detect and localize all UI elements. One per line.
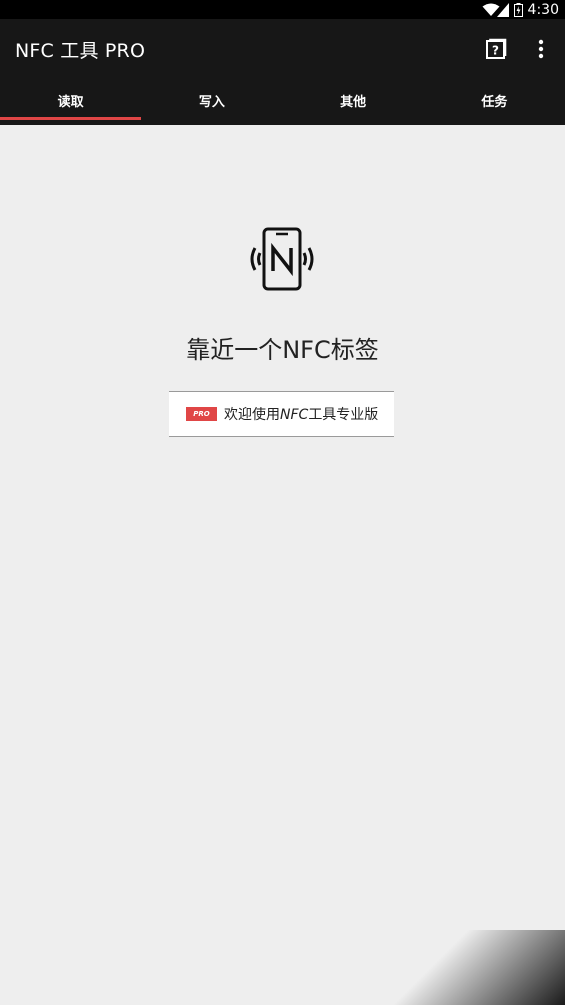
pro-welcome-suffix: 工具专业版 — [308, 407, 379, 423]
tab-other[interactable]: 其他 — [283, 80, 424, 125]
signal-icon — [496, 2, 509, 17]
tab-bar: 读取 写入 其他 任务 — [0, 80, 565, 125]
help-icon: ? — [486, 38, 507, 59]
more-options-button[interactable] — [530, 38, 552, 62]
pro-welcome-banner[interactable]: PRO 欢迎使用NFC工具专业版 — [169, 391, 394, 437]
more-vert-icon — [538, 39, 544, 59]
read-panel: 靠近一个NFC标签 PRO 欢迎使用NFC工具专业版 — [0, 125, 565, 1005]
status-bar: 4:30 — [0, 0, 565, 19]
pro-welcome-nfc: NFC — [280, 407, 309, 423]
app-title: NFC 工具 PRO — [15, 40, 146, 62]
svg-text:?: ? — [492, 44, 499, 58]
tab-tasks[interactable]: 任务 — [424, 80, 565, 125]
status-time: 4:30 — [527, 1, 559, 18]
battery-icon — [513, 2, 523, 17]
pro-welcome-prefix: 欢迎使用 — [224, 407, 280, 423]
nfc-phone-icon — [242, 225, 322, 295]
pro-welcome-text: 欢迎使用NFC工具专业版 — [224, 404, 378, 424]
app-bar: NFC 工具 PRO ? — [0, 19, 565, 80]
corner-shadow — [375, 930, 565, 1005]
tab-label: 任务 — [481, 95, 508, 110]
tab-label: 其他 — [340, 95, 367, 110]
help-button[interactable]: ? — [484, 38, 508, 62]
tab-label: 读取 — [57, 95, 84, 110]
pro-badge: PRO — [186, 407, 217, 421]
tab-read[interactable]: 读取 — [0, 80, 142, 125]
tab-label: 写入 — [198, 95, 225, 110]
tab-write[interactable]: 写入 — [141, 80, 282, 125]
tap-tag-prompt: 靠近一个NFC标签 — [186, 336, 379, 364]
